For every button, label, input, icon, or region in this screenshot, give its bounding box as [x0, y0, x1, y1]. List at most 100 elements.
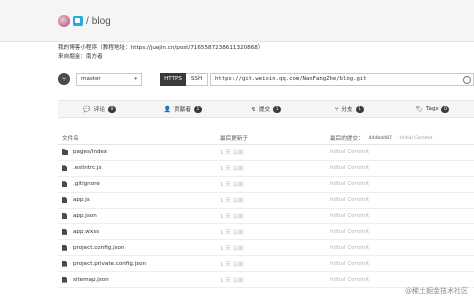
updated-cell: 1 天 以前 [220, 198, 244, 205]
file-table: 文件名 最后更新于 最后的提交： 44dbdd87 - Initial Comm… [58, 132, 474, 289]
commit-icon: ↯ [250, 105, 256, 113]
stat-count-badge: 1 [355, 105, 364, 113]
file-name-cell: sitemap.json [58, 276, 220, 283]
table-header: 文件名 最后更新于 最后的提交： 44dbdd87 - Initial Comm… [58, 132, 474, 145]
tag-icon: 🏷 [415, 105, 424, 113]
commit-message-cell[interactable]: Initial Commit [330, 149, 474, 155]
file-icon [62, 213, 67, 219]
commit-message-cell[interactable]: Initial Commit [330, 197, 474, 203]
stat-label: 分支 [341, 107, 353, 113]
commit-message-cell[interactable]: Initial Commit [330, 245, 474, 251]
https-button[interactable]: HTTPS [160, 72, 186, 86]
repo-toolbar: ⑂ master ▾ HTTPS SSH https://git.weixin.… [58, 70, 474, 88]
branch-select[interactable]: master ▾ [76, 72, 142, 86]
header-filename: 文件名 [62, 136, 79, 142]
updated-cell: 1 天 以前 [220, 245, 244, 252]
file-icon [62, 197, 67, 204]
commit-message-cell[interactable]: Initial Commit [330, 213, 474, 219]
commit-message-cell[interactable]: Initial Commit [330, 277, 474, 283]
table-row[interactable]: project.config.json 1 天 以前 Initial Commit [58, 240, 474, 257]
file-name-link[interactable]: project.config.json [73, 245, 125, 251]
table-row[interactable]: app.wxss 1 天 以前 Initial Commit [58, 224, 474, 241]
stat-count-badge: 0 [107, 105, 116, 113]
repo-description: 我的博客小程序（教程地址：https://juejin.cn/post/7165… [58, 44, 263, 62]
copy-icon[interactable] [463, 75, 471, 84]
stat-label: Tags [426, 106, 439, 112]
table-row[interactable]: .eslintrc.js 1 天 以前 Initial Commit [58, 161, 474, 177]
comment-icon: 💬 [83, 105, 91, 113]
updated-cell: 1 天 以前 [220, 214, 244, 220]
stat-commits[interactable]: ↯ 提交 1 [224, 101, 307, 117]
stat-tags[interactable]: 🏷 Tags 0 [391, 101, 474, 117]
file-name-cell: app.wxss [58, 228, 220, 235]
file-name-cell: project.config.json [58, 244, 220, 251]
stat-label: 评论 [93, 107, 105, 113]
file-icon [62, 276, 67, 283]
file-icon [62, 165, 67, 172]
updated-cell: 1 天 以前 [220, 166, 244, 173]
description-line-1: 我的博客小程序（教程地址：https://juejin.cn/post/7165… [58, 45, 264, 51]
updated-cell: 1 天 以前 [220, 229, 244, 236]
user-icon: 👤 [163, 105, 172, 113]
file-name-link[interactable]: app.js [73, 197, 90, 203]
updated-cell: 1 天 以前 [220, 182, 244, 189]
stat-label: 提交 [258, 107, 271, 113]
stat-comments[interactable]: 💬 评论 0 [58, 101, 141, 117]
folder-icon [62, 149, 68, 156]
table-row[interactable]: project.private.config.json 1 天 以前 Initial… [58, 256, 474, 273]
file-icon [62, 260, 67, 267]
stat-branches[interactable]: ⑂ 分支 1 [308, 101, 391, 117]
clone-url-input[interactable]: https://git.weixin.qq.com/NanFangZhe/blo… [210, 72, 474, 86]
file-name-link[interactable]: sitemap.json [73, 277, 109, 283]
branch-icon: ⑂ [334, 105, 339, 113]
commit-message-cell[interactable]: Initial Commit [330, 261, 474, 267]
file-name-link[interactable]: app.wxss [73, 229, 99, 235]
file-name-cell: app.json [58, 213, 220, 219]
commit-message: - Initial Commit [396, 135, 433, 141]
last-commit-label: 最后的提交： [330, 136, 364, 142]
file-name-link[interactable]: app.json [73, 213, 97, 219]
description-line-2: 来自掘金：南方者 [58, 54, 103, 60]
file-name-cell: app.js [58, 197, 220, 204]
table-row[interactable]: pages/index 1 天 以前 Initial Commit [58, 145, 474, 161]
clone-url-text: https://git.weixin.qq.com/NanFangZhe/blo… [215, 76, 367, 82]
stat-count-badge: 0 [441, 105, 450, 113]
file-name-cell: project.private.config.json [58, 260, 220, 267]
repo-stats-bar: 💬 评论 0 👤 贡献者 1 ↯ 提交 1 ⑂ 分支 1 🏷 Tags 0 [58, 100, 474, 118]
file-name-link[interactable]: pages/index [73, 149, 107, 155]
table-row[interactable]: .gitignore 1 天 以前 Initial Commit [58, 177, 474, 193]
file-icon [62, 181, 67, 188]
stat-contributors[interactable]: 👤 贡献者 1 [141, 101, 224, 117]
avatar[interactable] [58, 15, 70, 27]
header-updated: 最后更新于 [220, 136, 248, 142]
file-name-link[interactable]: project.private.config.json [73, 261, 146, 267]
header-last-commit: 最后的提交： 44dbdd87 - Initial Commit [330, 134, 474, 143]
commit-message-cell[interactable]: Initial Commit [330, 181, 474, 187]
chevron-down-icon: ▾ [134, 76, 137, 82]
file-name-link[interactable]: .eslintrc.js [73, 165, 101, 171]
table-body: pages/index 1 天 以前 Initial Commit .eslintrc… [58, 145, 474, 289]
commit-message-cell[interactable]: Initial Commit [330, 229, 474, 235]
ssh-button[interactable]: SSH [186, 72, 208, 86]
branch-select-value: master [81, 76, 101, 82]
stat-label: 贡献者 [174, 107, 191, 113]
watermark: @稀土掘金技术社区 [405, 287, 468, 295]
commit-message-cell[interactable]: Initial Commit [330, 165, 474, 171]
updated-cell: 1 天 以前 [220, 261, 244, 268]
table-row[interactable]: app.js 1 天 以前 Initial Commit [58, 193, 474, 209]
file-name-cell: .eslintrc.js [58, 165, 220, 172]
file-icon [62, 228, 67, 235]
commit-hash-link[interactable]: 44dbdd87 [369, 136, 392, 141]
repo-name-link[interactable]: blog [92, 16, 111, 27]
updated-cell: 1 天 以前 [220, 277, 244, 284]
stat-count-badge: 1 [273, 105, 282, 113]
file-name-cell: pages/index [58, 149, 220, 156]
branch-icon: ⑂ [58, 73, 70, 85]
table-row[interactable]: app.json 1 天 以前 Initial Commit [58, 209, 474, 225]
stat-count-badge: 1 [193, 105, 202, 113]
file-name-link[interactable]: .gitignore [73, 181, 100, 187]
updated-cell: 1 天 以前 [220, 150, 244, 157]
file-name-cell: .gitignore [58, 181, 220, 188]
breadcrumb-separator: / [86, 15, 89, 27]
file-icon [62, 244, 67, 251]
